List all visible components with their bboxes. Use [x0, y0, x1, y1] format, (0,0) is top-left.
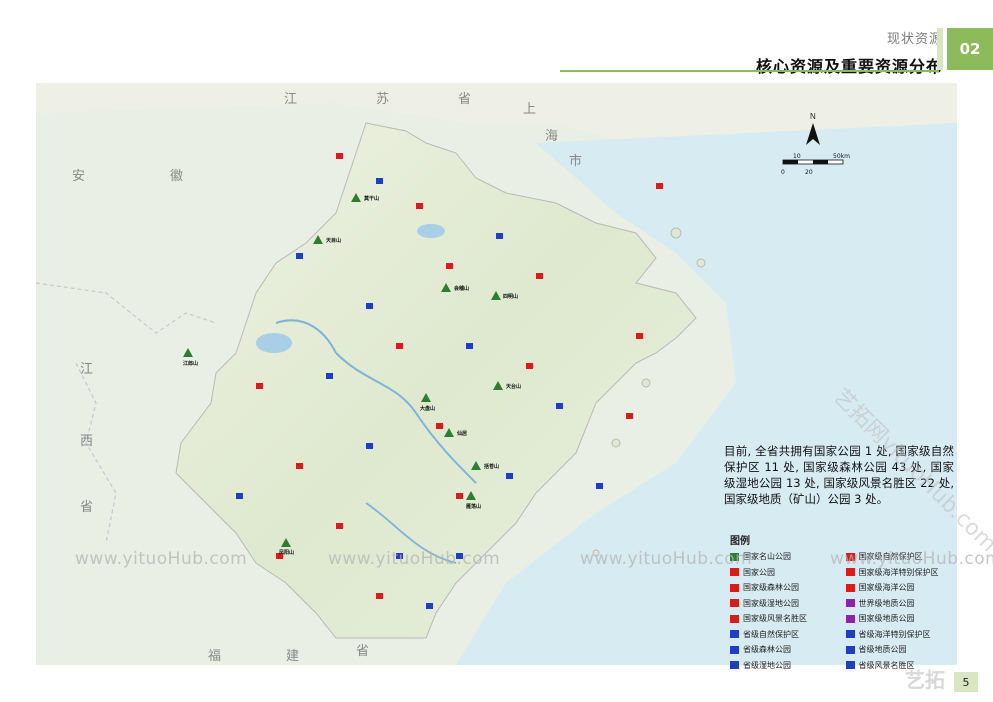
legend-label: 国家级海洋公园 — [858, 583, 915, 592]
watermark: www.yituoHub.com — [75, 549, 248, 569]
corner-watermark: 艺拓 — [905, 668, 945, 692]
legend-swatch-icon — [845, 583, 855, 592]
legend-swatch-icon — [730, 645, 739, 654]
lake — [417, 224, 445, 238]
legend-label: 省级地质公园 — [858, 645, 907, 654]
svg-text:凤阳山: 凤阳山 — [279, 549, 294, 556]
legend-swatch-icon — [845, 661, 855, 669]
svg-text:江: 江 — [80, 362, 93, 377]
island — [670, 227, 682, 239]
svg-text:0: 0 — [781, 169, 785, 176]
svg-text:省: 省 — [458, 92, 471, 107]
legend-label: 国家级森林公园 — [743, 583, 799, 592]
island — [611, 438, 621, 448]
svg-text:省: 省 — [80, 500, 93, 515]
svg-text:福: 福 — [208, 649, 221, 664]
legend-item: 省级自然保护区 — [730, 629, 840, 640]
svg-text:江郎山: 江郎山 — [183, 360, 198, 367]
svg-text:安: 安 — [72, 169, 85, 184]
tab-separator — [937, 28, 943, 70]
svg-text:苏: 苏 — [376, 91, 389, 107]
legend-swatch-icon — [730, 583, 739, 592]
svg-text:大盘山: 大盘山 — [420, 405, 435, 412]
legend-item: 省级湿地公园 — [730, 660, 840, 671]
legend-swatch-icon — [845, 630, 855, 638]
legend-swatch-icon — [845, 645, 855, 654]
legend-item: 世界级地质公园 — [845, 598, 956, 609]
north-label: N — [810, 112, 816, 121]
legend-swatch-icon — [730, 599, 739, 607]
page-number: 5 — [954, 672, 978, 692]
legend-title: 图例 — [730, 536, 750, 547]
legend-swatch-icon — [845, 568, 855, 576]
legend-label: 省级森林公园 — [743, 645, 791, 654]
lake — [256, 333, 292, 353]
legend-swatch-icon — [730, 568, 739, 576]
svg-text:括苍山: 括苍山 — [484, 463, 499, 470]
island — [641, 378, 651, 388]
svg-text:莫干山: 莫干山 — [363, 195, 379, 202]
legend-item: 国家级海洋公园 — [845, 582, 956, 593]
legend-swatch-icon — [730, 614, 739, 623]
legend-label: 省级自然保护区 — [743, 629, 799, 639]
watermark: www.yituoHub.com — [328, 549, 501, 569]
legend-swatch-icon — [730, 630, 739, 638]
legend-item: 国家级风景名胜区 — [730, 613, 840, 624]
legend-item: 省级海洋特别保护区 — [845, 629, 956, 640]
title-underline — [560, 70, 939, 72]
legend-label: 省级湿地公园 — [743, 660, 791, 670]
svg-text:会稽山: 会稽山 — [453, 285, 469, 292]
section-label: 现状资源 — [886, 32, 943, 47]
legend-label: 省级海洋特别保护区 — [858, 629, 931, 639]
section-number-tab: 02 — [947, 28, 993, 70]
svg-text:50km: 50km — [833, 153, 850, 160]
svg-text:徽: 徽 — [170, 169, 183, 184]
svg-text:上: 上 — [523, 102, 536, 117]
legend-item: 国家级地质公园 — [845, 613, 956, 624]
legend-swatch-icon — [845, 614, 855, 623]
svg-text:仙居: 仙居 — [457, 430, 467, 437]
legend-item: 省级地质公园 — [845, 644, 956, 655]
svg-text:省: 省 — [356, 644, 369, 659]
legend-label: 世界级地质公园 — [858, 598, 915, 608]
legend-label: 国家级风景名胜区 — [743, 614, 807, 623]
legend-label: 国家级地质公园 — [858, 614, 915, 623]
svg-text:江: 江 — [284, 92, 297, 107]
svg-text:雁荡山: 雁荡山 — [466, 503, 481, 510]
svg-text:天台山: 天台山 — [506, 383, 521, 390]
legend-item: 省级森林公园 — [730, 644, 840, 655]
scale-bar — [782, 159, 844, 165]
svg-text:建: 建 — [286, 649, 299, 664]
legend-label: 国家级湿地公园 — [743, 598, 799, 608]
svg-text:西: 西 — [80, 434, 93, 449]
legend-swatch-icon — [730, 661, 739, 669]
legend-item: 国家级湿地公园 — [730, 598, 840, 609]
legend-item: 国家级森林公园 — [730, 582, 840, 593]
svg-text:20: 20 — [805, 169, 813, 176]
watermark: www.yituoHub.com — [830, 549, 993, 569]
svg-text:四明山: 四明山 — [503, 293, 518, 300]
svg-text:市: 市 — [569, 153, 582, 169]
page-title: 核心资源及重要资源分布 — [755, 57, 943, 76]
island — [696, 258, 706, 268]
svg-text:海: 海 — [545, 129, 558, 144]
svg-text:天目山: 天目山 — [326, 237, 341, 244]
watermark: www.yituoHub.com — [580, 549, 753, 569]
svg-text:10: 10 — [793, 153, 801, 160]
legend-swatch-icon — [845, 599, 855, 607]
